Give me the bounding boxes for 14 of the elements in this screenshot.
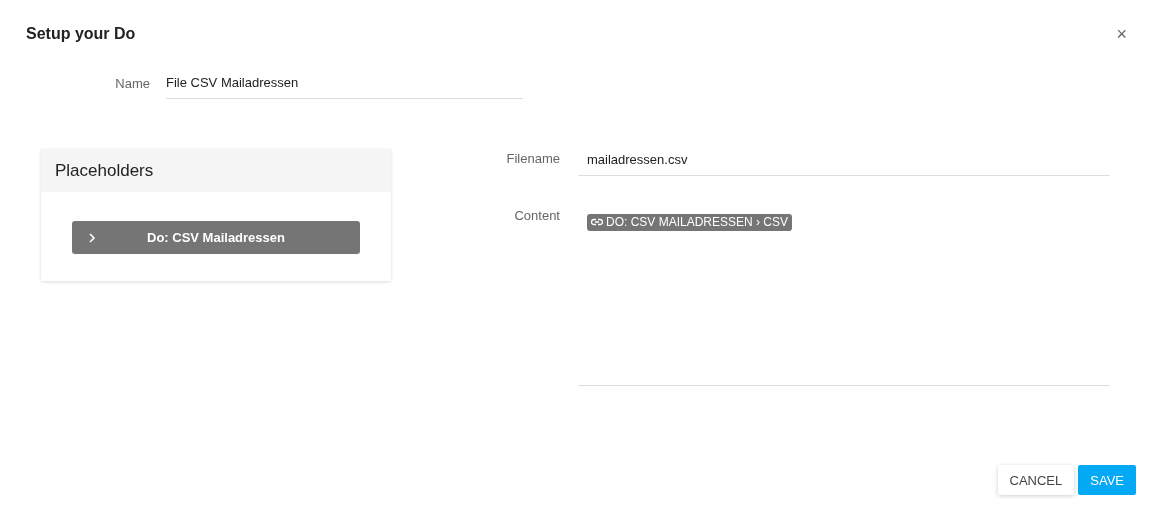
content-field[interactable]: DO: CSV MAILADRESSEN › CSV bbox=[578, 206, 1110, 386]
content-label: Content bbox=[513, 207, 560, 223]
placeholder-button[interactable]: Do: CSV Mailadressen bbox=[72, 221, 360, 254]
close-button[interactable]: × bbox=[1116, 25, 1127, 43]
cancel-button[interactable]: CANCEL bbox=[997, 465, 1075, 495]
chevron-icon bbox=[88, 231, 96, 244]
dialog-title: Setup your Do bbox=[26, 25, 136, 43]
filename-field[interactable]: mailadressen.csv bbox=[578, 149, 1110, 176]
filename-label: Filename bbox=[505, 150, 560, 166]
name-label: Name bbox=[114, 75, 150, 91]
panel-title: Placeholders bbox=[55, 160, 154, 181]
link-icon bbox=[591, 218, 603, 226]
placeholder-chip[interactable]: DO: CSV MAILADRESSEN › CSV bbox=[587, 213, 793, 231]
name-field[interactable]: File CSV Mailadressen bbox=[166, 72, 523, 99]
